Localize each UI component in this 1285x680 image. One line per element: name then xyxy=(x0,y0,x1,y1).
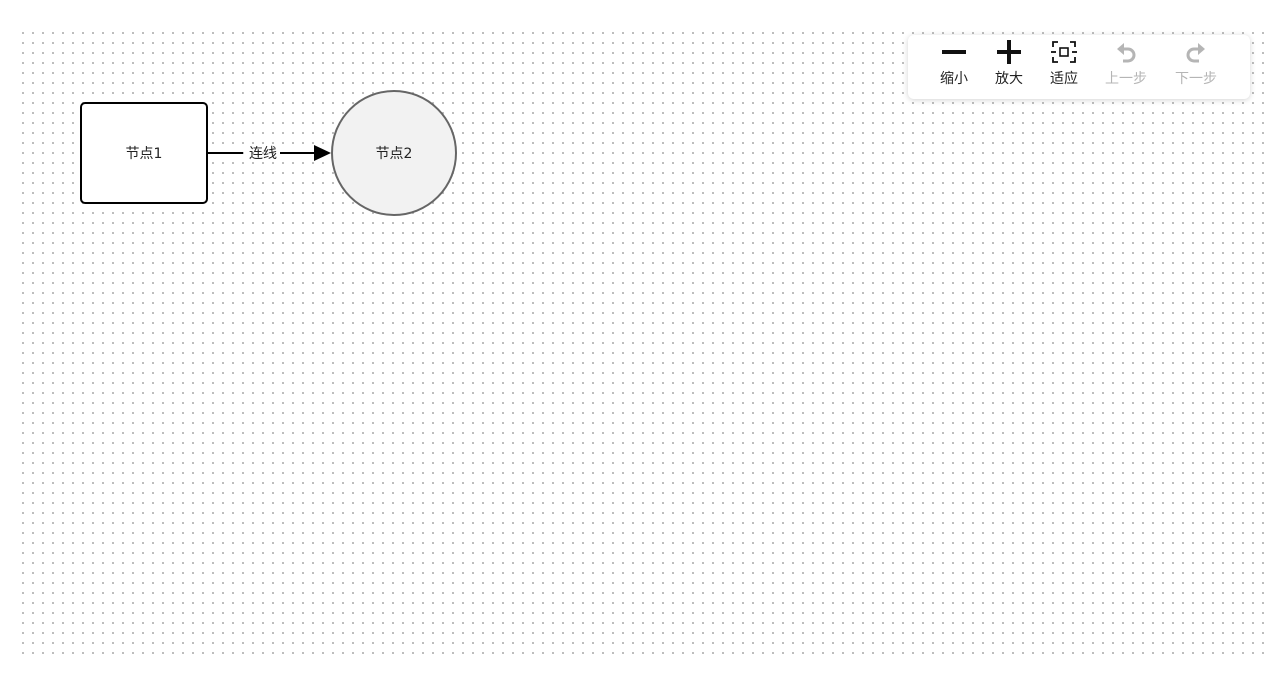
node-1-label: 节点1 xyxy=(126,146,163,162)
zoom-out-button[interactable]: 缩小 xyxy=(938,35,970,99)
zoom-out-label: 缩小 xyxy=(940,71,968,87)
flow-editor: 连线 节点1 节点2 缩小 放大 适应 上一步 下一步 xyxy=(0,0,1285,680)
minus-icon xyxy=(942,50,966,54)
fit-view-button[interactable]: 适应 xyxy=(1048,35,1080,99)
edge-node1-to-node2[interactable]: 连线 xyxy=(207,145,331,162)
fit-view-label: 适应 xyxy=(1050,71,1078,87)
undo-icon xyxy=(1117,43,1136,63)
plus-icon xyxy=(997,40,1021,64)
node-1[interactable]: 节点1 xyxy=(80,102,208,204)
fit-view-icon xyxy=(1051,41,1077,63)
undo-label: 上一步 xyxy=(1105,71,1147,87)
edge-arrowhead xyxy=(314,145,331,161)
node-2[interactable]: 节点2 xyxy=(331,90,457,216)
redo-label: 下一步 xyxy=(1175,71,1217,87)
redo-button[interactable]: 下一步 xyxy=(1174,35,1218,99)
edge-label: 连线 xyxy=(249,146,277,162)
redo-icon xyxy=(1186,43,1205,63)
undo-button[interactable]: 上一步 xyxy=(1104,35,1148,99)
node-2-label: 节点2 xyxy=(376,146,413,162)
zoom-in-button[interactable]: 放大 xyxy=(993,35,1025,99)
graph-layer: 连线 节点1 节点2 xyxy=(80,90,457,216)
zoom-in-label: 放大 xyxy=(995,71,1023,87)
graph-toolbar: 缩小 放大 适应 上一步 下一步 xyxy=(908,35,1250,99)
